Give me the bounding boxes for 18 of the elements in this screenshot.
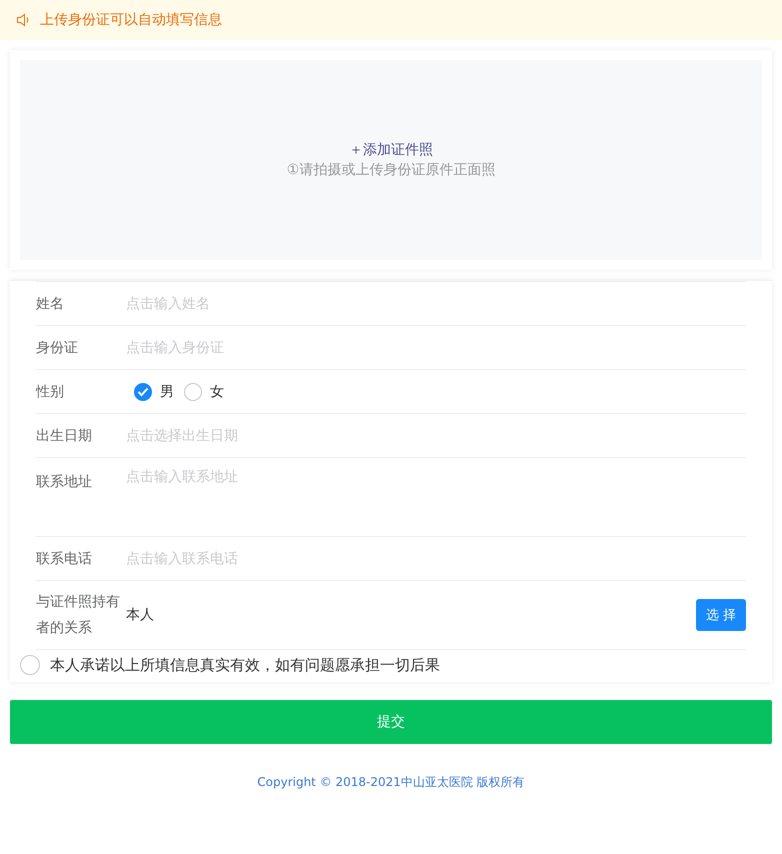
radio-option[interactable]: 男 — [134, 382, 174, 400]
field-label: 出生日期 — [36, 426, 93, 446]
photo-upload-area[interactable]: ＋添加证件照 ①请拍摄或上传身份证原件正面照 — [20, 60, 762, 260]
radio-option[interactable]: 女 — [184, 382, 224, 400]
copyright-text: Copyright © 2018-2021中山亚太医院 版权所有 — [256, 774, 526, 791]
field-value: 本人 — [126, 606, 155, 624]
agreement-checkbox[interactable] — [20, 655, 40, 675]
field-label: 性别 — [36, 382, 65, 402]
select-button[interactable]: 选 择 — [696, 599, 746, 631]
agreement-text: 本人承诺以上所填信息真实有效，如有问题愿承担一切后果 — [50, 656, 440, 674]
field-label: 与证件照持有者的关系 — [36, 593, 121, 638]
notice-text: 上传身份证可以自动填写信息 — [40, 11, 222, 29]
upload-hint: ①请拍摄或上传身份证原件正面照 — [286, 161, 496, 179]
add-photo-text: ＋添加证件照 — [349, 141, 433, 159]
field-label: 姓名 — [36, 294, 65, 314]
field-label: 联系电话 — [36, 550, 93, 568]
field-label: 身份证 — [36, 338, 79, 358]
field-label: 联系地址 — [36, 473, 93, 492]
